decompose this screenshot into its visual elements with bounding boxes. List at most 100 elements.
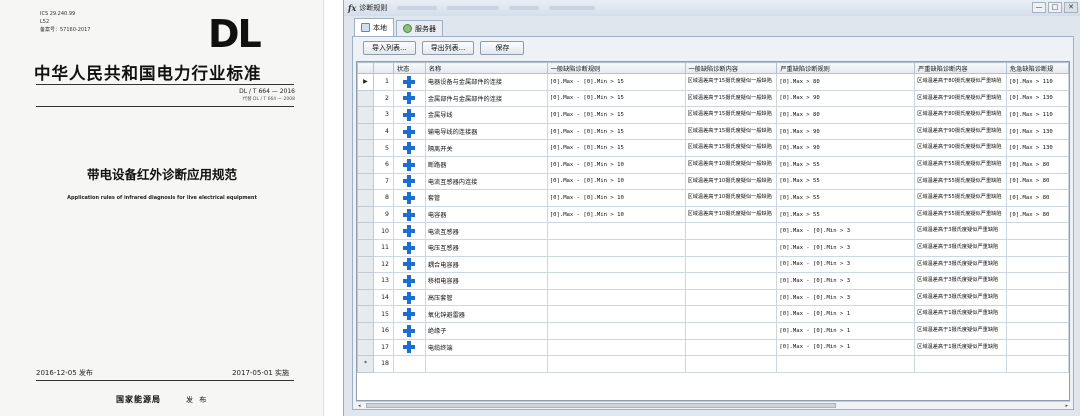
table-row[interactable]: 7 电流互感器内连接 [0].Max - [0].Min > 10 区域温差高于10摄…	[357, 172, 1069, 191]
cell-name[interactable]: 电容器	[424, 205, 548, 224]
cell-serious-content[interactable]: 区域温差高于55摄氏度疑似严重缺陷	[914, 155, 1007, 174]
cell-critical-rule[interactable]: [0].Max > 110	[1005, 106, 1069, 124]
row-selector[interactable]	[357, 172, 374, 191]
cell-serious-rule[interactable]: [0].Max > 55	[776, 205, 916, 224]
cell-general-rule[interactable]: [0].Max - [0].Min > 15	[546, 106, 686, 124]
status-cell[interactable]	[392, 89, 426, 108]
save-button[interactable]: 保存	[480, 41, 525, 55]
tab-server[interactable]: 服务器	[396, 20, 443, 36]
cell-serious-rule[interactable]: [0].Max - [0].Min > 3	[776, 255, 916, 274]
cell-general-content[interactable]	[684, 272, 778, 290]
cell-general-rule[interactable]	[546, 305, 686, 323]
add-rule-icon[interactable]	[403, 324, 416, 337]
cell-critical-rule[interactable]	[1005, 338, 1069, 357]
cell-critical-rule[interactable]: [0].Max > 130	[1005, 139, 1069, 157]
empty-cell[interactable]	[392, 355, 426, 373]
cell-general-content[interactable]	[684, 321, 778, 340]
table-row[interactable]: 6 断路器 [0].Max - [0].Min > 10 区域温差高于10摄氏度疑似一…	[357, 155, 1069, 174]
cell-general-rule[interactable]: [0].Max - [0].Min > 15	[546, 73, 686, 91]
add-rule-icon[interactable]	[403, 258, 416, 271]
table-row[interactable]: 11 电压互感器 [0].Max - [0].Min > 3 区域温差高于3摄氏度疑似…	[357, 238, 1069, 257]
cell-serious-rule[interactable]: [0].Max - [0].Min > 1	[776, 305, 916, 323]
cell-serious-content[interactable]: 区域温差高于55摄氏度疑似严重缺陷	[914, 172, 1007, 191]
cell-critical-rule[interactable]	[1005, 238, 1069, 257]
empty-cell[interactable]	[914, 355, 1007, 373]
cell-critical-rule[interactable]	[1005, 321, 1069, 340]
cell-critical-rule[interactable]	[1005, 288, 1069, 307]
row-selector[interactable]	[357, 139, 374, 157]
tab-local[interactable]: 本地	[354, 18, 394, 36]
cell-general-rule[interactable]	[546, 255, 686, 274]
cell-serious-content[interactable]: 区域温差高于90摄氏度疑似严重缺陷	[914, 122, 1007, 141]
row-selector[interactable]	[357, 122, 374, 141]
row-selector[interactable]	[357, 189, 374, 207]
cell-general-rule[interactable]: [0].Max - [0].Min > 10	[546, 189, 686, 207]
cell-general-rule[interactable]	[546, 238, 686, 257]
cell-general-content[interactable]	[684, 305, 778, 323]
cell-serious-content[interactable]: 区域温差高于90摄氏度疑似严重缺陷	[914, 89, 1007, 108]
cell-critical-rule[interactable]: [0].Max > 130	[1005, 122, 1069, 141]
add-rule-icon[interactable]	[403, 225, 416, 238]
table-row[interactable]: 4 输电导线的连接器 [0].Max - [0].Min > 15 区域温差高于15摄…	[357, 122, 1069, 141]
cell-critical-rule[interactable]: [0].Max > 110	[1005, 73, 1069, 91]
cell-general-content[interactable]: 区域温差高于15摄氏度疑似一般缺陷	[684, 73, 778, 91]
row-selector[interactable]	[357, 106, 374, 124]
row-selector[interactable]	[357, 255, 374, 274]
status-cell[interactable]	[392, 139, 426, 157]
add-rule-icon[interactable]	[403, 142, 416, 155]
cell-serious-rule[interactable]: [0].Max - [0].Min > 1	[776, 338, 916, 357]
cell-general-rule[interactable]	[546, 321, 686, 340]
cell-serious-rule[interactable]: [0].Max > 90	[776, 89, 916, 108]
cell-name[interactable]: 断路器	[424, 155, 548, 174]
horizontal-scrollbar[interactable]: ◂ ▸	[356, 401, 1070, 409]
scrollbar-thumb[interactable]	[366, 403, 836, 408]
column-header-critical-rule[interactable]: 危急缺陷诊断规	[1005, 62, 1069, 74]
cell-general-content[interactable]: 区域温差高于15摄氏度疑似一般缺陷	[684, 122, 778, 141]
row-selector[interactable]	[357, 321, 374, 340]
empty-cell[interactable]	[684, 355, 778, 373]
add-rule-icon[interactable]	[403, 191, 416, 204]
row-selector[interactable]	[357, 288, 374, 307]
cell-serious-content[interactable]: 区域温差高于80摄氏度疑似严重缺陷	[914, 73, 1007, 91]
row-selector[interactable]	[357, 89, 374, 108]
table-row[interactable]: 17 电缆终端 [0].Max - [0].Min > 1 区域温差高于1摄氏度疑似严…	[357, 338, 1069, 357]
cell-general-content[interactable]: 区域温差高于10摄氏度疑似一般缺陷	[684, 172, 778, 191]
add-rule-icon[interactable]	[403, 92, 416, 105]
cell-critical-rule[interactable]: [0].Max > 80	[1005, 205, 1069, 224]
cell-general-rule[interactable]	[546, 338, 686, 357]
table-row[interactable]: 5 隔离开关 [0].Max - [0].Min > 15 区域温差高于15摄氏度疑似…	[357, 139, 1069, 157]
column-header-status[interactable]: 状态	[392, 62, 426, 74]
cell-critical-rule[interactable]: [0].Max > 80	[1005, 189, 1069, 207]
cell-name[interactable]: 金属部件与金属部件的连接	[424, 89, 548, 108]
cell-serious-content[interactable]: 区域温差高于1摄氏度疑似严重缺陷	[914, 321, 1007, 340]
status-cell[interactable]	[392, 155, 426, 174]
cell-name[interactable]: 隔离开关	[424, 139, 548, 157]
cell-serious-rule[interactable]: [0].Max > 55	[776, 172, 916, 191]
cell-critical-rule[interactable]	[1005, 272, 1069, 290]
cell-general-rule[interactable]	[546, 288, 686, 307]
cell-critical-rule[interactable]	[1005, 305, 1069, 323]
status-cell[interactable]	[392, 255, 426, 274]
row-selector[interactable]: ▶	[357, 73, 374, 91]
cell-general-rule[interactable]: [0].Max - [0].Min > 15	[546, 139, 686, 157]
status-cell[interactable]	[392, 305, 426, 323]
new-row-marker[interactable]: *	[357, 355, 374, 373]
add-rule-icon[interactable]	[403, 175, 416, 188]
empty-cell[interactable]	[424, 355, 548, 373]
row-selector[interactable]	[357, 155, 374, 174]
scroll-right-icon[interactable]: ▸	[1065, 402, 1068, 410]
column-header-serious-content[interactable]: 严重缺陷诊断内容	[914, 62, 1007, 74]
close-button[interactable]: ✕	[1064, 2, 1078, 13]
cell-general-content[interactable]: 区域温差高于15摄氏度疑似一般缺陷	[684, 106, 778, 124]
cell-serious-content[interactable]: 区域温差高于55摄氏度疑似严重缺陷	[914, 189, 1007, 207]
cell-name[interactable]: 绝缘子	[424, 321, 548, 340]
export-list-button[interactable]: 导出列表...	[421, 41, 475, 55]
empty-cell[interactable]	[776, 355, 916, 373]
empty-cell[interactable]	[546, 355, 686, 373]
cell-general-rule[interactable]: [0].Max - [0].Min > 15	[546, 122, 686, 141]
add-rule-icon[interactable]	[403, 291, 416, 304]
cell-serious-content[interactable]: 区域温差高于3摄氏度疑似严重缺陷	[914, 272, 1007, 290]
cell-serious-content[interactable]: 区域温差高于3摄氏度疑似严重缺陷	[914, 222, 1007, 240]
table-row[interactable]: 12 耦合电容器 [0].Max - [0].Min > 3 区域温差高于3摄氏度疑似…	[357, 255, 1069, 274]
add-rule-icon[interactable]	[403, 274, 416, 287]
